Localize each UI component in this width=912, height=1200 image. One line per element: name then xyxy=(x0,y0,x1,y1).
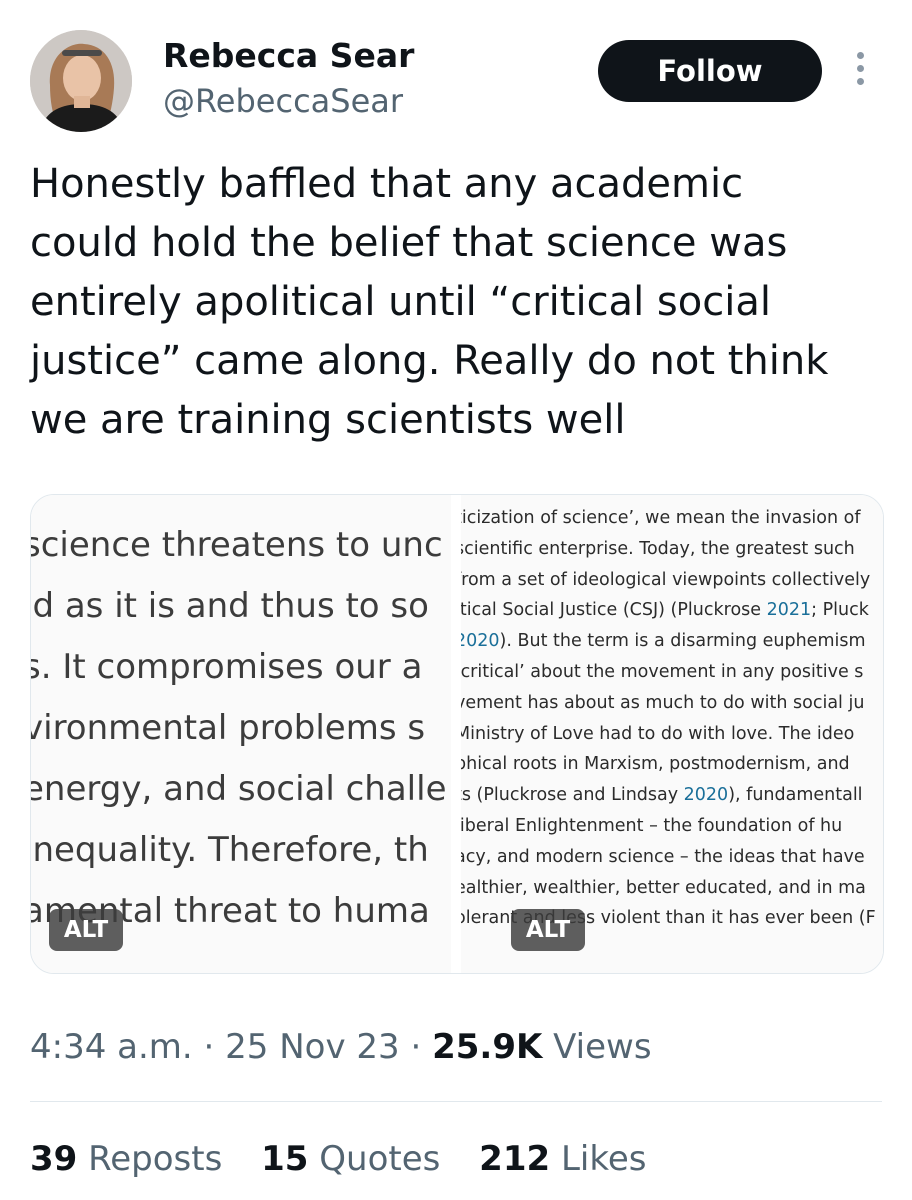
section-divider xyxy=(30,1101,882,1102)
excerpt-line: inequality. Therefore, th xyxy=(31,830,429,870)
quotes-stat[interactable]: 15 Quotes xyxy=(261,1139,440,1179)
excerpt-line: ticization of science’, we mean the inva… xyxy=(461,508,861,528)
alt-text-badge[interactable]: ALT xyxy=(511,909,585,951)
author-display-name[interactable]: Rebecca Sear xyxy=(163,34,414,78)
media-image-right[interactable]: ticization of science’, we mean the inva… xyxy=(461,495,883,973)
author-handle[interactable]: @RebeccaSear xyxy=(163,80,403,122)
tweet-meta: 4:34 a.m. · 25 Nov 23 · 25.9K Views xyxy=(30,1024,652,1070)
excerpt-line: 2020). But the term is a disarming euphe… xyxy=(461,631,866,652)
media-gallery: science threatens to unc ld as it is and… xyxy=(30,494,884,974)
meta-separator: · xyxy=(203,1027,215,1067)
media-image-left[interactable]: science threatens to unc ld as it is and… xyxy=(31,495,451,973)
avatar-photo xyxy=(30,30,132,132)
excerpt-line: acy, and modern science – the ideas that… xyxy=(461,846,865,867)
excerpt-line: scientific enterprise. Today, the greate… xyxy=(461,538,855,559)
excerpt-line: ts (Pluckrose and Lindsay 2020), fundame… xyxy=(461,785,863,806)
likes-stat[interactable]: 212 Likes xyxy=(479,1139,646,1179)
views-label: Views xyxy=(553,1027,652,1067)
tweet-date[interactable]: 25 Nov 23 xyxy=(225,1027,400,1067)
media-divider xyxy=(451,495,461,973)
tweet-text: Honestly baffled that any academic could… xyxy=(30,161,829,443)
left-image-excerpt: science threatens to unc ld as it is and… xyxy=(31,515,447,942)
excerpt-line: from a set of ideological viewpoints col… xyxy=(461,569,871,590)
likes-label: Likes xyxy=(560,1139,647,1179)
quotes-count: 15 xyxy=(261,1139,309,1179)
more-options-icon[interactable] xyxy=(848,50,872,94)
reposts-count: 39 xyxy=(30,1139,78,1179)
excerpt-line: itical Social Justice (CSJ) (Pluckrose 2… xyxy=(461,600,869,621)
meta-separator: · xyxy=(410,1027,422,1067)
quotes-label: Quotes xyxy=(319,1139,441,1179)
views-count: 25.9K xyxy=(432,1027,543,1067)
excerpt-line: liberal Enlightenment – the foundation o… xyxy=(461,815,843,836)
tweet-time[interactable]: 4:34 a.m. xyxy=(30,1027,193,1067)
likes-count: 212 xyxy=(479,1139,551,1179)
excerpt-line: science threatens to unc xyxy=(31,525,443,565)
excerpt-line: phical roots in Marxism, postmodernism, … xyxy=(461,754,850,775)
reposts-stat[interactable]: 39 Reposts xyxy=(30,1139,222,1179)
excerpt-line: vement has about as much to do with soci… xyxy=(461,692,865,713)
excerpt-line: Ministry of Love had to do with love. Th… xyxy=(461,723,855,744)
engagement-stats: 39 Reposts 15 Quotes 212 Likes xyxy=(30,1136,674,1182)
excerpt-line: ealthier, wealthier, better educated, an… xyxy=(461,877,866,898)
excerpt-line: ld as it is and thus to so xyxy=(31,586,429,626)
excerpt-line: ‘critical’ about the movement in any pos… xyxy=(461,661,864,682)
reposts-label: Reposts xyxy=(88,1139,223,1179)
author-avatar[interactable] xyxy=(30,30,132,132)
excerpt-line: vironmental problems s xyxy=(31,708,426,748)
right-image-excerpt: ticization of science’, we mean the inva… xyxy=(461,503,876,934)
excerpt-line: s. It compromises our a xyxy=(31,647,423,687)
excerpt-line: energy, and social challe xyxy=(31,769,447,809)
follow-button[interactable]: Follow xyxy=(598,40,822,102)
alt-text-badge[interactable]: ALT xyxy=(49,909,123,951)
